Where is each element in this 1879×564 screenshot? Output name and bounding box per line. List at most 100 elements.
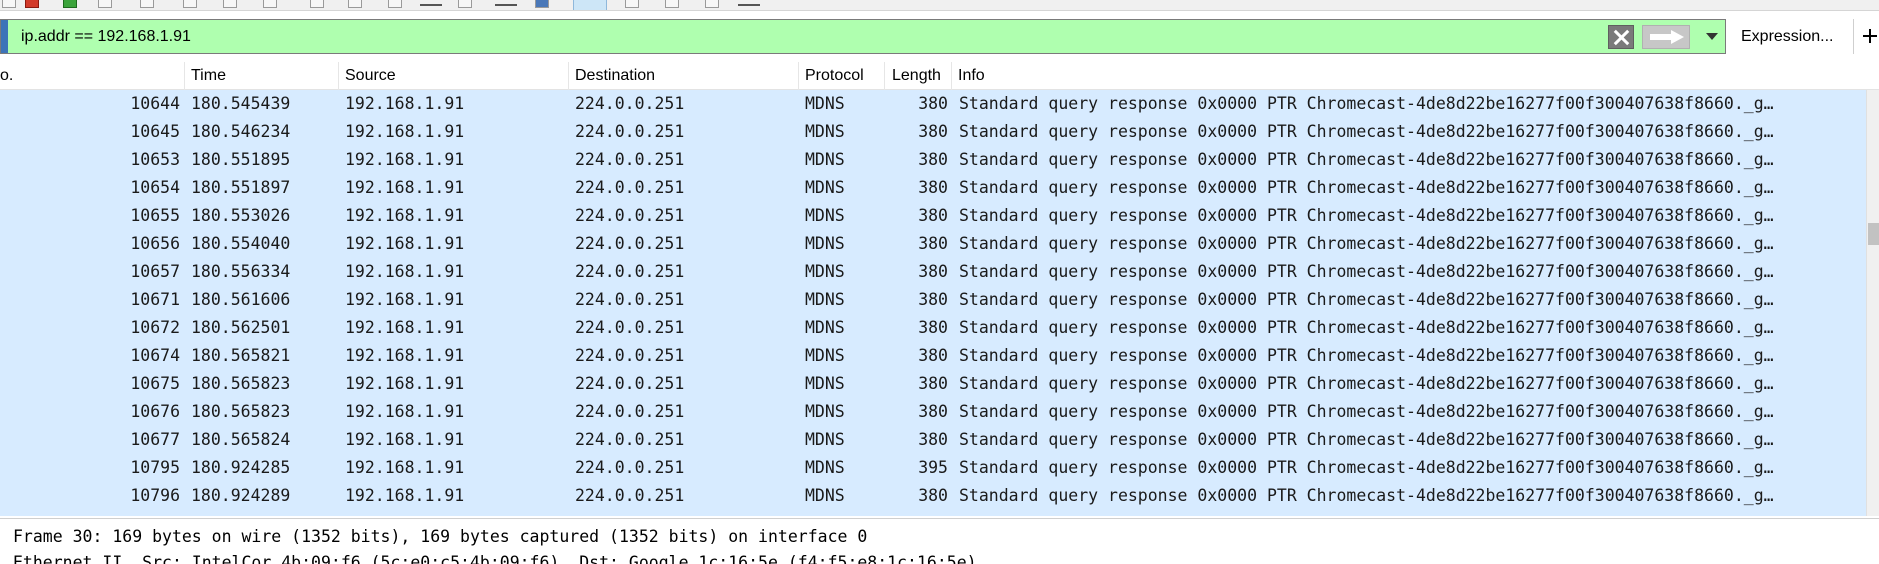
display-filter-input[interactable] (21, 20, 1591, 53)
packet-time: 180.565821 (191, 346, 291, 365)
packet-destination: 224.0.0.251 (575, 178, 685, 197)
packet-number: 10674 (130, 346, 180, 365)
details-ethernet-line[interactable]: Ethernet II, Src: IntelCor_4b:09:f6 (5c:… (13, 549, 977, 564)
expression-button[interactable]: Expression... (1741, 19, 1841, 54)
packet-info: Standard query response 0x0000 PTR Chrom… (959, 122, 1774, 141)
packet-info: Standard query response 0x0000 PTR Chrom… (959, 150, 1774, 169)
find-packet-icon[interactable] (310, 0, 324, 8)
column-header-no[interactable]: o. (0, 62, 185, 90)
packet-length: 380 (918, 486, 948, 505)
zoom-in-icon[interactable] (625, 0, 639, 8)
packet-row[interactable]: 10645 180.546234 192.168.1.91 224.0.0.25… (0, 118, 1866, 146)
packet-row[interactable]: 10796 180.924289 192.168.1.91 224.0.0.25… (0, 482, 1866, 510)
column-header-protocol[interactable]: Protocol (799, 62, 885, 90)
packet-source: 192.168.1.91 (345, 290, 465, 309)
reload-file-icon[interactable] (263, 0, 277, 8)
packet-number: 10645 (130, 122, 180, 141)
packet-source: 192.168.1.91 (345, 206, 465, 225)
packet-info: Standard query response 0x0000 PTR Chrom… (959, 486, 1774, 505)
packet-length: 380 (918, 94, 948, 113)
packet-length: 380 (918, 234, 948, 253)
packet-number: 10677 (130, 430, 180, 449)
packet-destination: 224.0.0.251 (575, 402, 685, 421)
packet-time: 180.562501 (191, 318, 291, 337)
filter-bookmark-icon[interactable] (1, 20, 8, 53)
packet-protocol: MDNS (805, 94, 845, 113)
packet-row[interactable]: 10671 180.561606 192.168.1.91 224.0.0.25… (0, 286, 1866, 314)
packet-row[interactable]: 10653 180.551895 192.168.1.91 224.0.0.25… (0, 146, 1866, 174)
packet-source: 192.168.1.91 (345, 374, 465, 393)
open-file-icon[interactable] (140, 0, 154, 8)
zoom-out-icon[interactable] (665, 0, 679, 8)
column-header-destination[interactable]: Destination (569, 62, 799, 90)
packet-details-pane: Frame 30: 169 bytes on wire (1352 bits),… (0, 518, 1879, 564)
go-forward-icon[interactable] (388, 0, 402, 8)
add-filter-button[interactable] (1853, 19, 1879, 54)
clear-filter-button[interactable] (1608, 25, 1634, 49)
go-back-icon[interactable] (348, 0, 362, 8)
go-last-icon[interactable] (495, 4, 517, 6)
packet-protocol: MDNS (805, 234, 845, 253)
resize-columns-icon[interactable] (738, 4, 760, 6)
save-file-icon[interactable] (183, 0, 197, 8)
packet-destination: 224.0.0.251 (575, 262, 685, 281)
packet-row[interactable]: 10674 180.565821 192.168.1.91 224.0.0.25… (0, 342, 1866, 370)
packet-source: 192.168.1.91 (345, 486, 465, 505)
packet-list-scrollbar[interactable] (1866, 90, 1879, 516)
packet-protocol: MDNS (805, 150, 845, 169)
column-header-length[interactable]: Length (885, 62, 952, 90)
capture-options-icon[interactable] (98, 0, 112, 8)
packet-row[interactable]: 10677 180.565824 192.168.1.91 224.0.0.25… (0, 426, 1866, 454)
stop-capture-icon[interactable] (25, 0, 39, 8)
packet-protocol: MDNS (805, 458, 845, 477)
packet-length: 380 (918, 206, 948, 225)
details-frame-line[interactable]: Frame 30: 169 bytes on wire (1352 bits),… (13, 523, 867, 551)
packet-source: 192.168.1.91 (345, 458, 465, 477)
packet-row[interactable]: 10675 180.565823 192.168.1.91 224.0.0.25… (0, 370, 1866, 398)
packet-row[interactable]: 10656 180.554040 192.168.1.91 224.0.0.25… (0, 230, 1866, 258)
go-to-packet-icon[interactable] (420, 4, 442, 6)
filter-history-dropdown[interactable] (1698, 20, 1726, 53)
restart-capture-icon[interactable] (63, 0, 77, 8)
go-first-icon[interactable] (458, 0, 472, 8)
column-header-time[interactable]: Time (185, 62, 339, 90)
packet-protocol: MDNS (805, 486, 845, 505)
packet-destination: 224.0.0.251 (575, 206, 685, 225)
packet-protocol: MDNS (805, 318, 845, 337)
packet-number: 10656 (130, 234, 180, 253)
scrollbar-thumb[interactable] (1868, 223, 1879, 245)
packet-number: 10675 (130, 374, 180, 393)
packet-row[interactable]: 10795 180.924285 192.168.1.91 224.0.0.25… (0, 454, 1866, 482)
autoscroll-icon[interactable] (535, 0, 549, 8)
packet-source: 192.168.1.91 (345, 178, 465, 197)
packet-info: Standard query response 0x0000 PTR Chrom… (959, 318, 1774, 337)
packet-row[interactable]: 10676 180.565823 192.168.1.91 224.0.0.25… (0, 398, 1866, 426)
packet-destination: 224.0.0.251 (575, 346, 685, 365)
colorize-toggle-icon[interactable] (573, 0, 607, 10)
column-header-source[interactable]: Source (339, 62, 569, 90)
packet-destination: 224.0.0.251 (575, 374, 685, 393)
packet-info: Standard query response 0x0000 PTR Chrom… (959, 458, 1774, 477)
packet-number: 10795 (130, 458, 180, 477)
apply-filter-button[interactable] (1642, 25, 1690, 49)
packet-row[interactable]: 10644 180.545439 192.168.1.91 224.0.0.25… (0, 90, 1866, 118)
packet-row[interactable]: 10672 180.562501 192.168.1.91 224.0.0.25… (0, 314, 1866, 342)
packet-info: Standard query response 0x0000 PTR Chrom… (959, 290, 1774, 309)
packet-row[interactable]: 10657 180.556334 192.168.1.91 224.0.0.25… (0, 258, 1866, 286)
packet-length: 380 (918, 178, 948, 197)
toolbar-icon[interactable] (2, 0, 16, 8)
packet-protocol: MDNS (805, 374, 845, 393)
packet-info: Standard query response 0x0000 PTR Chrom… (959, 374, 1774, 393)
packet-row[interactable]: 10654 180.551897 192.168.1.91 224.0.0.25… (0, 174, 1866, 202)
packet-info: Standard query response 0x0000 PTR Chrom… (959, 262, 1774, 281)
packet-destination: 224.0.0.251 (575, 234, 685, 253)
close-file-icon[interactable] (223, 0, 237, 8)
column-header-info[interactable]: Info (952, 62, 1879, 90)
packet-rows: 10644 180.545439 192.168.1.91 224.0.0.25… (0, 90, 1866, 516)
packet-protocol: MDNS (805, 178, 845, 197)
packet-row[interactable]: 10655 180.553026 192.168.1.91 224.0.0.25… (0, 202, 1866, 230)
packet-length: 380 (918, 430, 948, 449)
packet-source: 192.168.1.91 (345, 122, 465, 141)
normal-size-icon[interactable] (705, 0, 719, 8)
packet-number: 10655 (130, 206, 180, 225)
